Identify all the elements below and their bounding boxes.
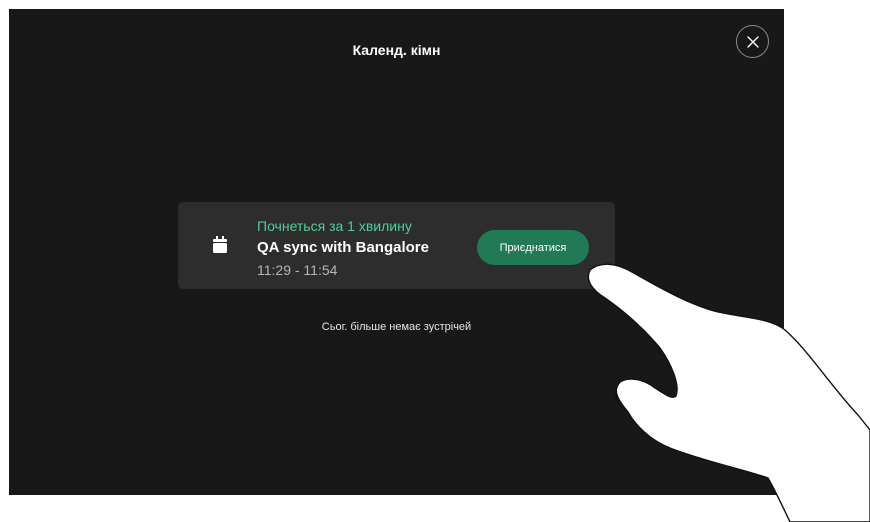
hand-pointer-icon xyxy=(587,263,870,522)
